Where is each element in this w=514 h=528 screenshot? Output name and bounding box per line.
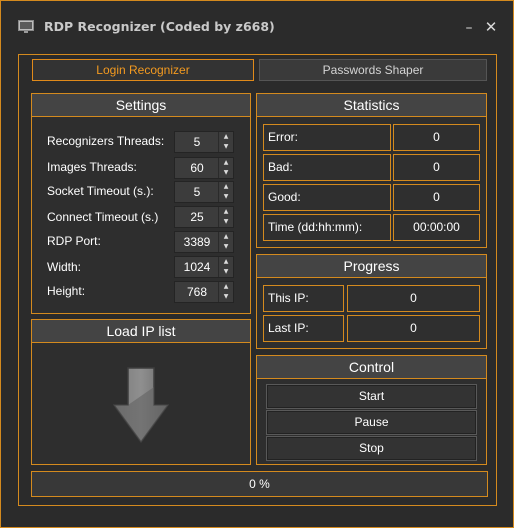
tab-passwords-shaper[interactable]: Passwords Shaper — [259, 59, 487, 81]
tab-login-recognizer[interactable]: Login Recognizer — [32, 59, 254, 81]
socket-timeout-label: Socket Timeout (s.): — [47, 184, 154, 198]
height-label: Height: — [47, 284, 86, 298]
stat-good-value: 0 — [393, 184, 480, 211]
width-label: Width: — [47, 260, 82, 274]
chevron-down-icon[interactable]: ▼ — [219, 242, 233, 252]
settings-title: Settings — [32, 94, 250, 117]
control-title: Control — [257, 356, 486, 379]
chevron-up-icon[interactable]: ▲ — [219, 132, 233, 142]
stat-good-label: Good: — [263, 184, 391, 211]
chevron-down-icon[interactable]: ▼ — [219, 292, 233, 302]
stepper-value[interactable]: 1024 — [175, 257, 219, 277]
stat-bad-label: Bad: — [263, 154, 391, 181]
this-ip-label: This IP: — [263, 285, 344, 312]
connect-timeout-label: Connect Timeout (s.) — [47, 210, 159, 224]
recognizers-threads-stepper[interactable]: 5 ▲ ▼ — [174, 131, 234, 153]
chevron-up-icon[interactable]: ▲ — [219, 182, 233, 192]
window-title: RDP Recognizer (Coded by z668) — [44, 19, 275, 34]
progress-title: Progress — [257, 255, 486, 278]
stat-error-label: Error: — [263, 124, 391, 151]
chevron-up-icon[interactable]: ▲ — [219, 158, 233, 168]
stepper-value[interactable]: 5 — [175, 182, 219, 202]
download-arrow-icon[interactable] — [112, 367, 170, 444]
statistics-title: Statistics — [257, 94, 486, 117]
start-button[interactable]: Start — [266, 384, 477, 409]
progress-percent: 0 % — [249, 477, 270, 491]
stat-error-value: 0 — [393, 124, 480, 151]
stat-bad-value: 0 — [393, 154, 480, 181]
stat-time-value: 00:00:00 — [393, 214, 480, 241]
width-stepper[interactable]: 1024 ▲ ▼ — [174, 256, 234, 278]
images-threads-stepper[interactable]: 60 ▲ ▼ — [174, 157, 234, 179]
stepper-value[interactable]: 5 — [175, 132, 219, 152]
close-button[interactable]: ✕ — [480, 14, 502, 38]
chevron-up-icon[interactable]: ▲ — [219, 257, 233, 267]
images-threads-label: Images Threads: — [47, 160, 137, 174]
load-ip-title: Load IP list — [32, 320, 250, 343]
chevron-up-icon[interactable]: ▲ — [219, 232, 233, 242]
chevron-up-icon[interactable]: ▲ — [219, 282, 233, 292]
height-stepper[interactable]: 768 ▲ ▼ — [174, 281, 234, 303]
last-ip-value: 0 — [347, 315, 480, 342]
minimize-button[interactable]: – — [458, 14, 480, 38]
overall-progress-bar: 0 % — [31, 471, 488, 497]
chevron-down-icon[interactable]: ▼ — [219, 217, 233, 227]
chevron-down-icon[interactable]: ▼ — [219, 267, 233, 277]
chevron-down-icon[interactable]: ▼ — [219, 142, 233, 152]
rdp-port-label: RDP Port: — [47, 234, 101, 248]
stepper-value[interactable]: 3389 — [175, 232, 219, 252]
stat-time-label: Time (dd:hh:mm): — [263, 214, 391, 241]
stepper-value[interactable]: 25 — [175, 207, 219, 227]
socket-timeout-stepper[interactable]: 5 ▲ ▼ — [174, 181, 234, 203]
last-ip-label: Last IP: — [263, 315, 344, 342]
chevron-down-icon[interactable]: ▼ — [219, 192, 233, 202]
app-monitor-icon — [18, 20, 34, 34]
chevron-up-icon[interactable]: ▲ — [219, 207, 233, 217]
stop-button[interactable]: Stop — [266, 436, 477, 461]
this-ip-value: 0 — [347, 285, 480, 312]
rdp-port-stepper[interactable]: 3389 ▲ ▼ — [174, 231, 234, 253]
pause-button[interactable]: Pause — [266, 410, 477, 435]
chevron-down-icon[interactable]: ▼ — [219, 168, 233, 178]
stepper-value[interactable]: 768 — [175, 282, 219, 302]
stepper-value[interactable]: 60 — [175, 158, 219, 178]
connect-timeout-stepper[interactable]: 25 ▲ ▼ — [174, 206, 234, 228]
recognizers-threads-label: Recognizers Threads: — [47, 134, 165, 148]
